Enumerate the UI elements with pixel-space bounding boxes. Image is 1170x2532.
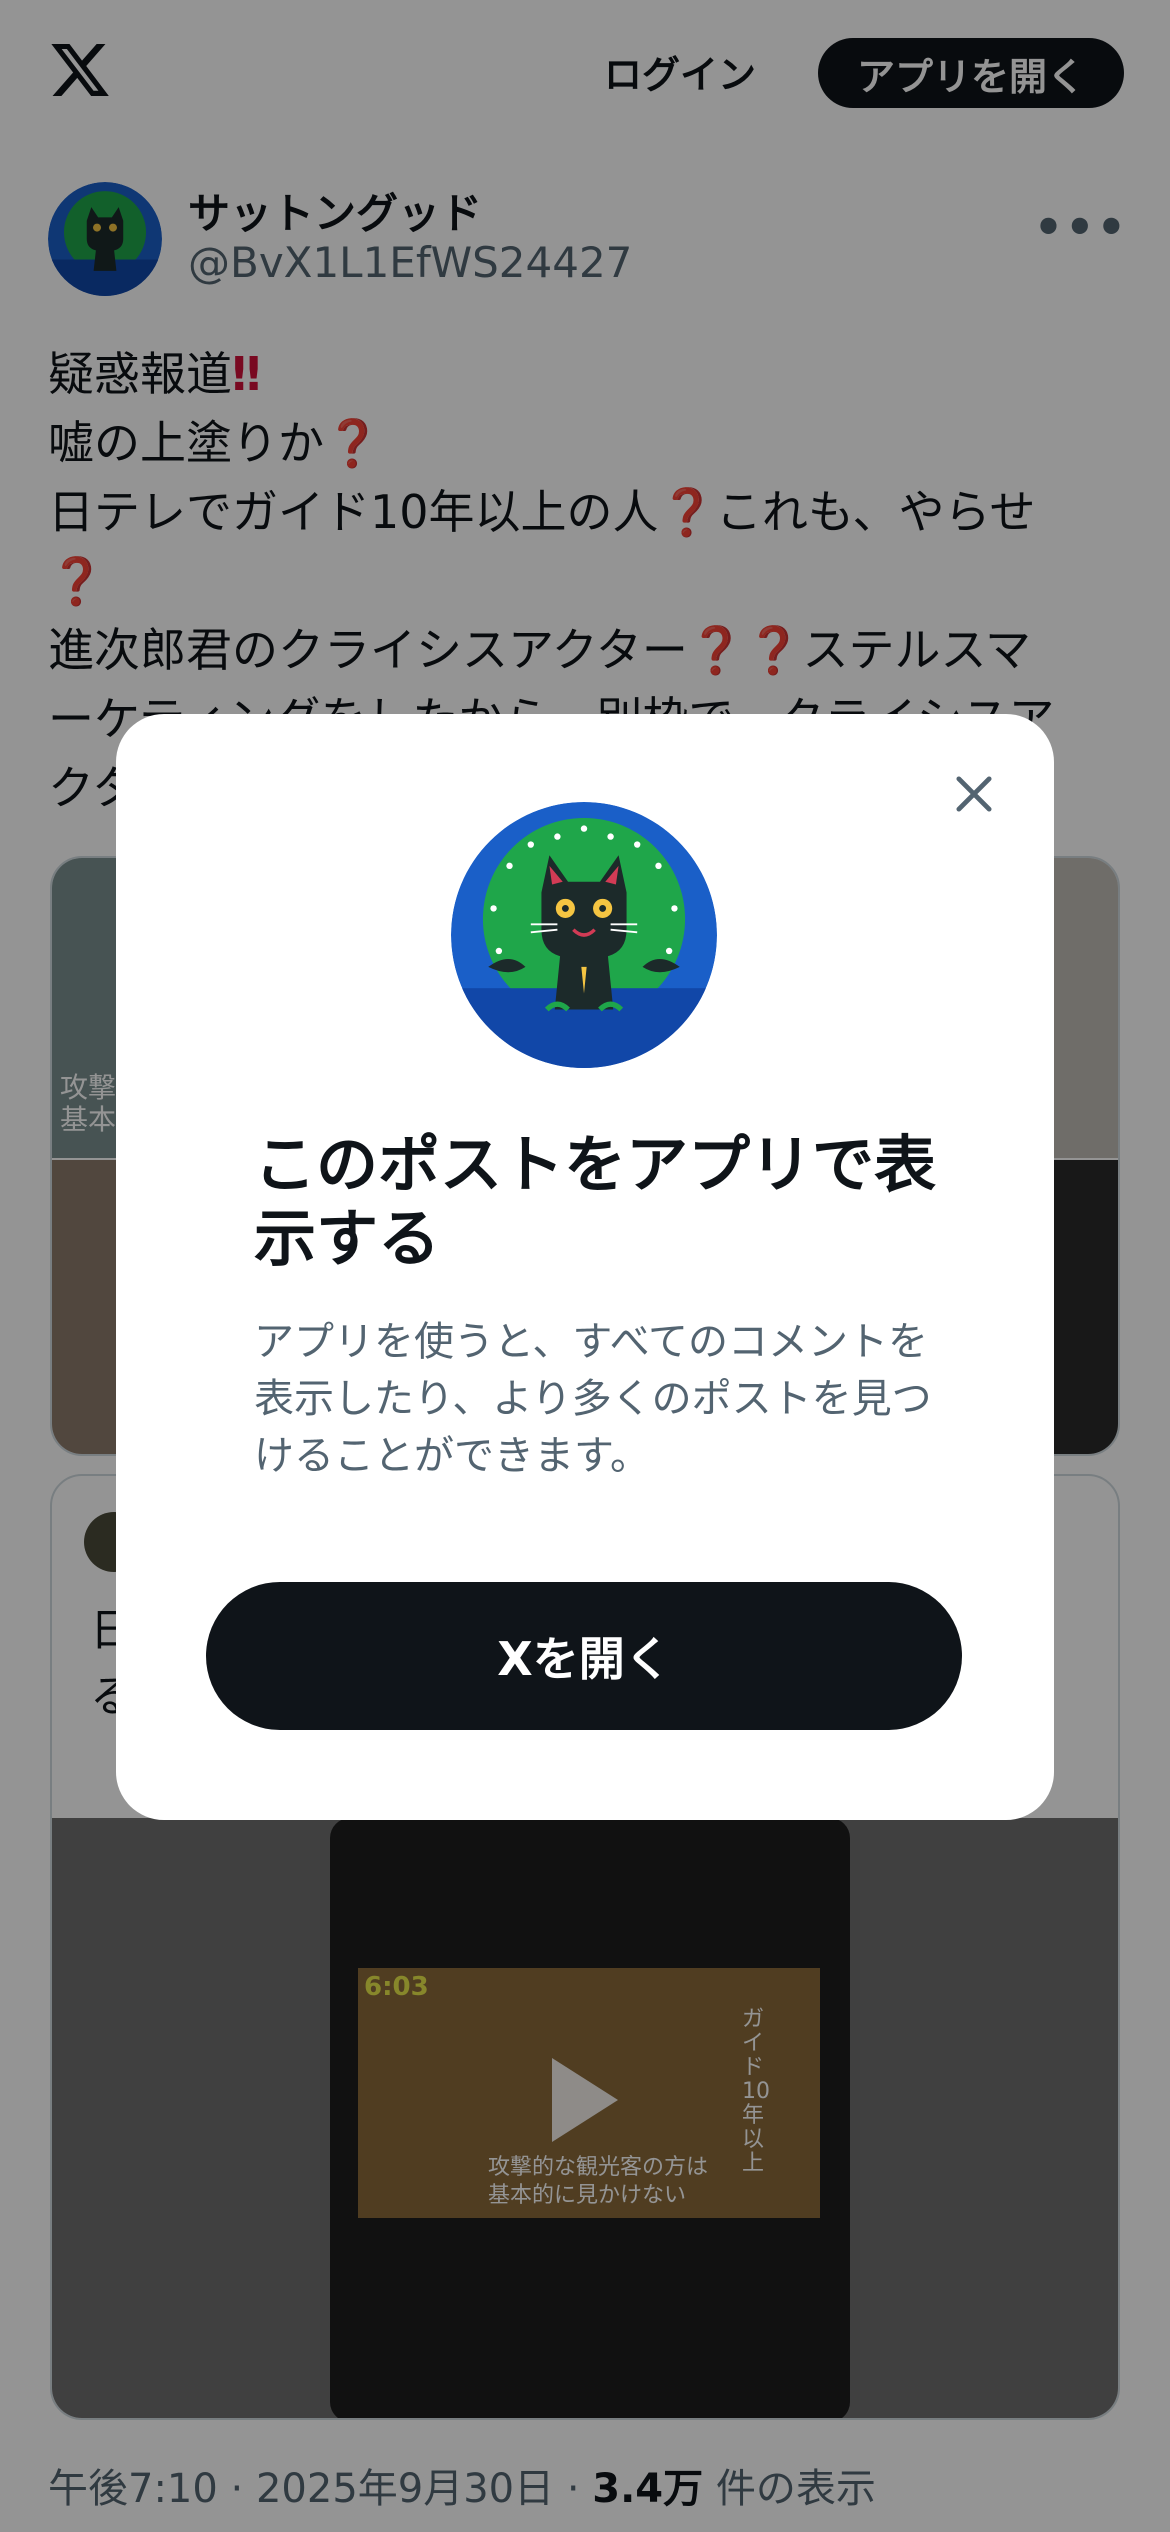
dialog-title: このポストをアプリで表示する (254, 1128, 937, 1275)
open-in-app-dialog: このポストをアプリで表示する アプリを使うと、すべてのコメントを表示したり、より… (116, 714, 1054, 1820)
dialog-description: アプリを使うと、すべてのコメントを表示したり、より多くのポストを見つけることがで… (254, 1319, 932, 1479)
avatar (451, 802, 717, 1068)
open-x-button[interactable]: Xを開く (206, 1582, 962, 1730)
close-icon[interactable] (948, 768, 1000, 820)
